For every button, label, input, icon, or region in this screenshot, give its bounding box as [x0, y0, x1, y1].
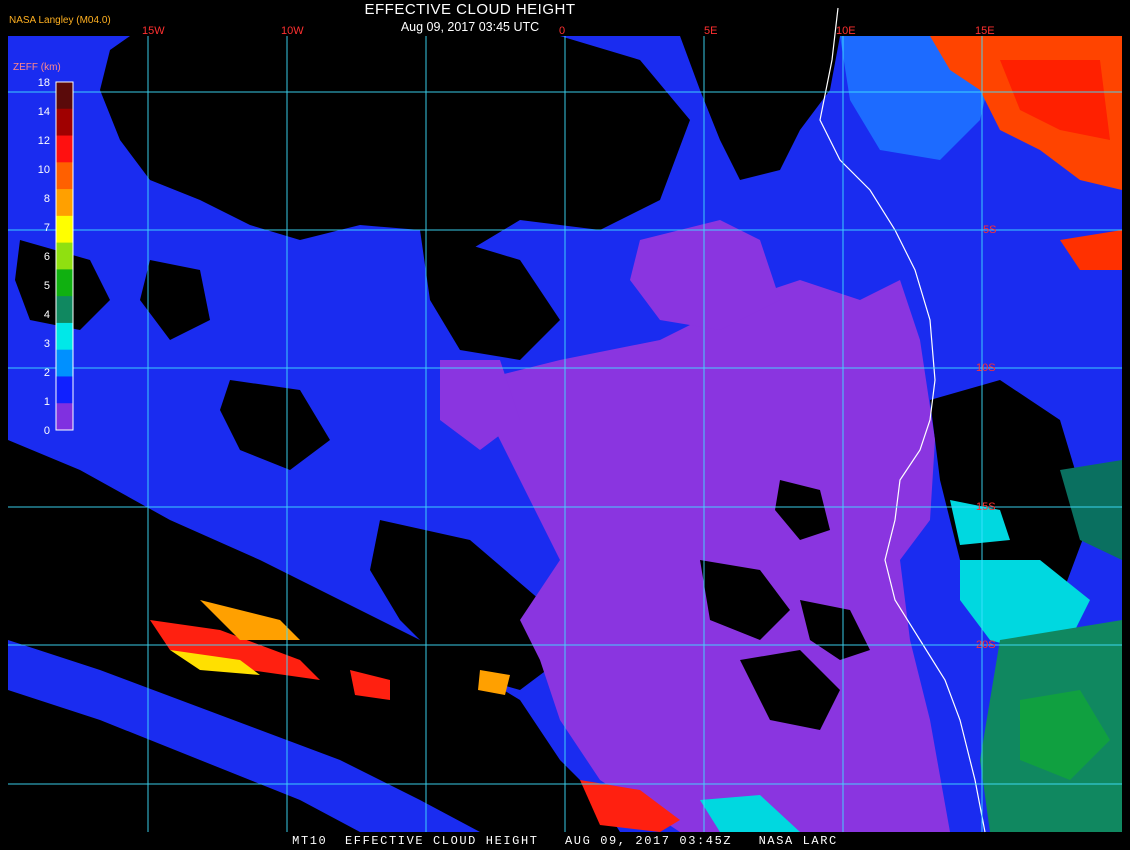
colorbar-swatch — [56, 108, 73, 137]
colorbar-tick-label: 12 — [38, 135, 50, 147]
colorbar-swatch — [56, 322, 73, 351]
colorbar-tick-label: 10 — [38, 164, 50, 176]
colorbar-swatch — [56, 189, 73, 217]
lat-label: 10S — [976, 362, 996, 374]
colorbar-swatch — [56, 215, 73, 244]
data-provider: NASA Langley (M04.0) — [9, 15, 111, 26]
colorbar-tick-label: 5 — [44, 280, 50, 292]
colorbar-label: ZEFF (km) — [13, 62, 61, 73]
cloud-height-map: 15W 10W 0 5E 10E 15E 5S 15S 20S 10S 1814… — [8, 7, 1122, 833]
colorbar-tick-label: 1 — [44, 396, 50, 408]
colorbar-tick-label: 0 — [44, 425, 50, 437]
colorbar-swatch — [56, 349, 73, 377]
colorbar-swatch — [56, 162, 73, 190]
lat-label: 15S — [976, 501, 996, 513]
colorbar-tick-label: 4 — [44, 309, 50, 321]
colorbar-tick-label: 3 — [44, 338, 50, 350]
footer-caption: MT10 EFFECTIVE CLOUD HEIGHT AUG 09, 2017… — [292, 834, 838, 848]
lat-label: 20S — [976, 639, 996, 651]
map-datetime: Aug 09, 2017 03:45 UTC — [400, 20, 540, 34]
map-title: EFFECTIVE CLOUD HEIGHT — [364, 1, 576, 18]
colorbar-tick-label: 18 — [38, 77, 50, 89]
colorbar-swatch — [56, 242, 73, 270]
colorbar-tick-label: 7 — [44, 222, 50, 234]
colorbar-swatch — [56, 296, 73, 324]
colorbar-tick-label: 2 — [44, 367, 50, 379]
colorbar-swatch — [56, 82, 73, 110]
lat-label: 5S — [983, 224, 996, 236]
colorbar-tick-label: 14 — [38, 106, 50, 118]
colorbar-swatch — [56, 269, 73, 297]
satellite-map: 15W 10W 0 5E 10E 15E 5S 15S 20S 10S 18 14… — [0, 0, 1130, 850]
colorbar-swatch — [56, 403, 73, 431]
colorbar-tick-label: 6 — [44, 251, 50, 263]
colorbar-tick-label: 8 — [44, 193, 50, 205]
colorbar-swatch — [56, 376, 73, 404]
lon-label: 15E — [975, 25, 995, 37]
colorbar-swatch — [56, 135, 73, 163]
